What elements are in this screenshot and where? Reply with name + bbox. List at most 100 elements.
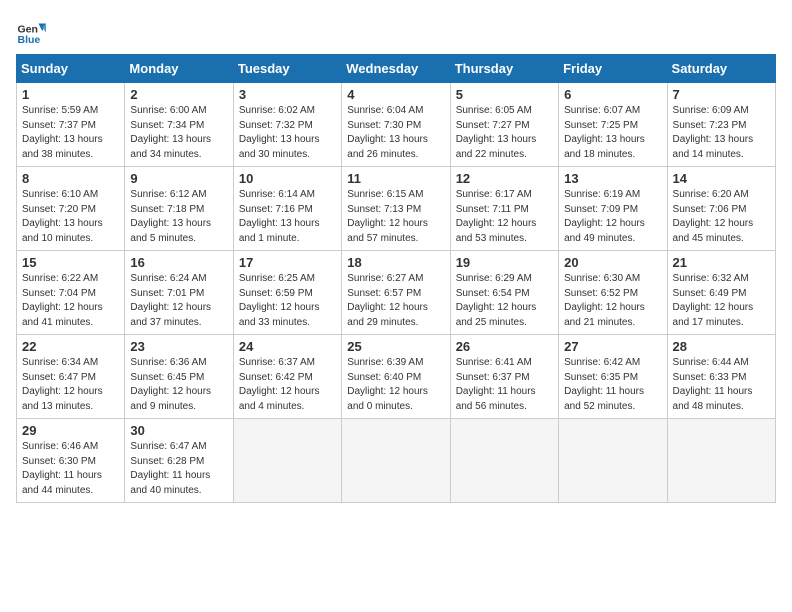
calendar-day-14: 14 Sunrise: 6:20 AMSunset: 7:06 PMDaylig… [667,167,775,251]
calendar-day-24: 24 Sunrise: 6:37 AMSunset: 6:42 PMDaylig… [233,335,341,419]
calendar-week-5: 29 Sunrise: 6:46 AMSunset: 6:30 PMDaylig… [17,419,776,503]
calendar-day-21: 21 Sunrise: 6:32 AMSunset: 6:49 PMDaylig… [667,251,775,335]
calendar-day-27: 27 Sunrise: 6:42 AMSunset: 6:35 PMDaylig… [559,335,667,419]
day-number: 22 [22,339,119,354]
day-header-saturday: Saturday [667,55,775,83]
day-info: Sunrise: 6:19 AMSunset: 7:09 PMDaylight:… [564,188,661,246]
day-number: 18 [347,255,444,270]
day-info: Sunrise: 6:15 AMSunset: 7:13 PMDaylight:… [347,188,444,246]
calendar-day-22: 22 Sunrise: 6:34 AMSunset: 6:47 PMDaylig… [17,335,125,419]
day-info: Sunrise: 6:41 AMSunset: 6:37 PMDaylight:… [456,356,553,414]
day-number: 25 [347,339,444,354]
calendar-day-25: 25 Sunrise: 6:39 AMSunset: 6:40 PMDaylig… [342,335,450,419]
calendar-day-29: 29 Sunrise: 6:46 AMSunset: 6:30 PMDaylig… [17,419,125,503]
day-info: Sunrise: 6:14 AMSunset: 7:16 PMDaylight:… [239,188,336,246]
calendar-day-15: 15 Sunrise: 6:22 AMSunset: 7:04 PMDaylig… [17,251,125,335]
calendar-table: SundayMondayTuesdayWednesdayThursdayFrid… [16,54,776,503]
day-info: Sunrise: 5:59 AMSunset: 7:37 PMDaylight:… [22,104,119,162]
day-header-tuesday: Tuesday [233,55,341,83]
day-number: 15 [22,255,119,270]
calendar-day-8: 8 Sunrise: 6:10 AMSunset: 7:20 PMDayligh… [17,167,125,251]
calendar-day-5: 5 Sunrise: 6:05 AMSunset: 7:27 PMDayligh… [450,83,558,167]
day-number: 2 [130,87,227,102]
calendar-day-1: 1 Sunrise: 5:59 AMSunset: 7:37 PMDayligh… [17,83,125,167]
day-number: 1 [22,87,119,102]
calendar-day-16: 16 Sunrise: 6:24 AMSunset: 7:01 PMDaylig… [125,251,233,335]
day-number: 10 [239,171,336,186]
calendar-header-row: SundayMondayTuesdayWednesdayThursdayFrid… [17,55,776,83]
day-number: 21 [673,255,770,270]
day-number: 19 [456,255,553,270]
day-header-monday: Monday [125,55,233,83]
calendar-day-6: 6 Sunrise: 6:07 AMSunset: 7:25 PMDayligh… [559,83,667,167]
day-info: Sunrise: 6:00 AMSunset: 7:34 PMDaylight:… [130,104,227,162]
day-number: 13 [564,171,661,186]
day-number: 28 [673,339,770,354]
day-number: 7 [673,87,770,102]
day-number: 14 [673,171,770,186]
day-info: Sunrise: 6:07 AMSunset: 7:25 PMDaylight:… [564,104,661,162]
calendar-week-2: 8 Sunrise: 6:10 AMSunset: 7:20 PMDayligh… [17,167,776,251]
calendar-day-10: 10 Sunrise: 6:14 AMSunset: 7:16 PMDaylig… [233,167,341,251]
day-number: 20 [564,255,661,270]
day-info: Sunrise: 6:44 AMSunset: 6:33 PMDaylight:… [673,356,770,414]
day-header-thursday: Thursday [450,55,558,83]
empty-cell [450,419,558,503]
calendar-day-2: 2 Sunrise: 6:00 AMSunset: 7:34 PMDayligh… [125,83,233,167]
day-number: 5 [456,87,553,102]
calendar-day-26: 26 Sunrise: 6:41 AMSunset: 6:37 PMDaylig… [450,335,558,419]
day-number: 27 [564,339,661,354]
day-number: 8 [22,171,119,186]
day-number: 26 [456,339,553,354]
day-info: Sunrise: 6:30 AMSunset: 6:52 PMDaylight:… [564,272,661,330]
calendar-day-11: 11 Sunrise: 6:15 AMSunset: 7:13 PMDaylig… [342,167,450,251]
day-number: 17 [239,255,336,270]
day-number: 23 [130,339,227,354]
day-info: Sunrise: 6:37 AMSunset: 6:42 PMDaylight:… [239,356,336,414]
day-number: 12 [456,171,553,186]
day-info: Sunrise: 6:22 AMSunset: 7:04 PMDaylight:… [22,272,119,330]
day-number: 16 [130,255,227,270]
calendar-day-28: 28 Sunrise: 6:44 AMSunset: 6:33 PMDaylig… [667,335,775,419]
calendar-day-13: 13 Sunrise: 6:19 AMSunset: 7:09 PMDaylig… [559,167,667,251]
empty-cell [342,419,450,503]
day-number: 6 [564,87,661,102]
day-number: 4 [347,87,444,102]
calendar-day-20: 20 Sunrise: 6:30 AMSunset: 6:52 PMDaylig… [559,251,667,335]
day-info: Sunrise: 6:29 AMSunset: 6:54 PMDaylight:… [456,272,553,330]
day-info: Sunrise: 6:09 AMSunset: 7:23 PMDaylight:… [673,104,770,162]
day-info: Sunrise: 6:47 AMSunset: 6:28 PMDaylight:… [130,440,227,498]
day-number: 30 [130,423,227,438]
day-info: Sunrise: 6:27 AMSunset: 6:57 PMDaylight:… [347,272,444,330]
calendar-day-23: 23 Sunrise: 6:36 AMSunset: 6:45 PMDaylig… [125,335,233,419]
page-header: Gen Blue [16,16,776,46]
logo-icon: Gen Blue [16,16,46,46]
day-info: Sunrise: 6:24 AMSunset: 7:01 PMDaylight:… [130,272,227,330]
calendar-day-18: 18 Sunrise: 6:27 AMSunset: 6:57 PMDaylig… [342,251,450,335]
day-info: Sunrise: 6:39 AMSunset: 6:40 PMDaylight:… [347,356,444,414]
calendar-day-7: 7 Sunrise: 6:09 AMSunset: 7:23 PMDayligh… [667,83,775,167]
day-number: 3 [239,87,336,102]
empty-cell [667,419,775,503]
day-header-wednesday: Wednesday [342,55,450,83]
day-info: Sunrise: 6:05 AMSunset: 7:27 PMDaylight:… [456,104,553,162]
calendar-day-4: 4 Sunrise: 6:04 AMSunset: 7:30 PMDayligh… [342,83,450,167]
day-number: 11 [347,171,444,186]
calendar-day-12: 12 Sunrise: 6:17 AMSunset: 7:11 PMDaylig… [450,167,558,251]
day-number: 29 [22,423,119,438]
empty-cell [559,419,667,503]
day-info: Sunrise: 6:36 AMSunset: 6:45 PMDaylight:… [130,356,227,414]
day-info: Sunrise: 6:17 AMSunset: 7:11 PMDaylight:… [456,188,553,246]
day-info: Sunrise: 6:32 AMSunset: 6:49 PMDaylight:… [673,272,770,330]
logo: Gen Blue [16,16,50,46]
calendar-day-30: 30 Sunrise: 6:47 AMSunset: 6:28 PMDaylig… [125,419,233,503]
calendar-week-4: 22 Sunrise: 6:34 AMSunset: 6:47 PMDaylig… [17,335,776,419]
day-info: Sunrise: 6:04 AMSunset: 7:30 PMDaylight:… [347,104,444,162]
day-info: Sunrise: 6:34 AMSunset: 6:47 PMDaylight:… [22,356,119,414]
day-info: Sunrise: 6:12 AMSunset: 7:18 PMDaylight:… [130,188,227,246]
day-info: Sunrise: 6:10 AMSunset: 7:20 PMDaylight:… [22,188,119,246]
calendar-week-1: 1 Sunrise: 5:59 AMSunset: 7:37 PMDayligh… [17,83,776,167]
day-number: 24 [239,339,336,354]
day-info: Sunrise: 6:25 AMSunset: 6:59 PMDaylight:… [239,272,336,330]
day-info: Sunrise: 6:02 AMSunset: 7:32 PMDaylight:… [239,104,336,162]
